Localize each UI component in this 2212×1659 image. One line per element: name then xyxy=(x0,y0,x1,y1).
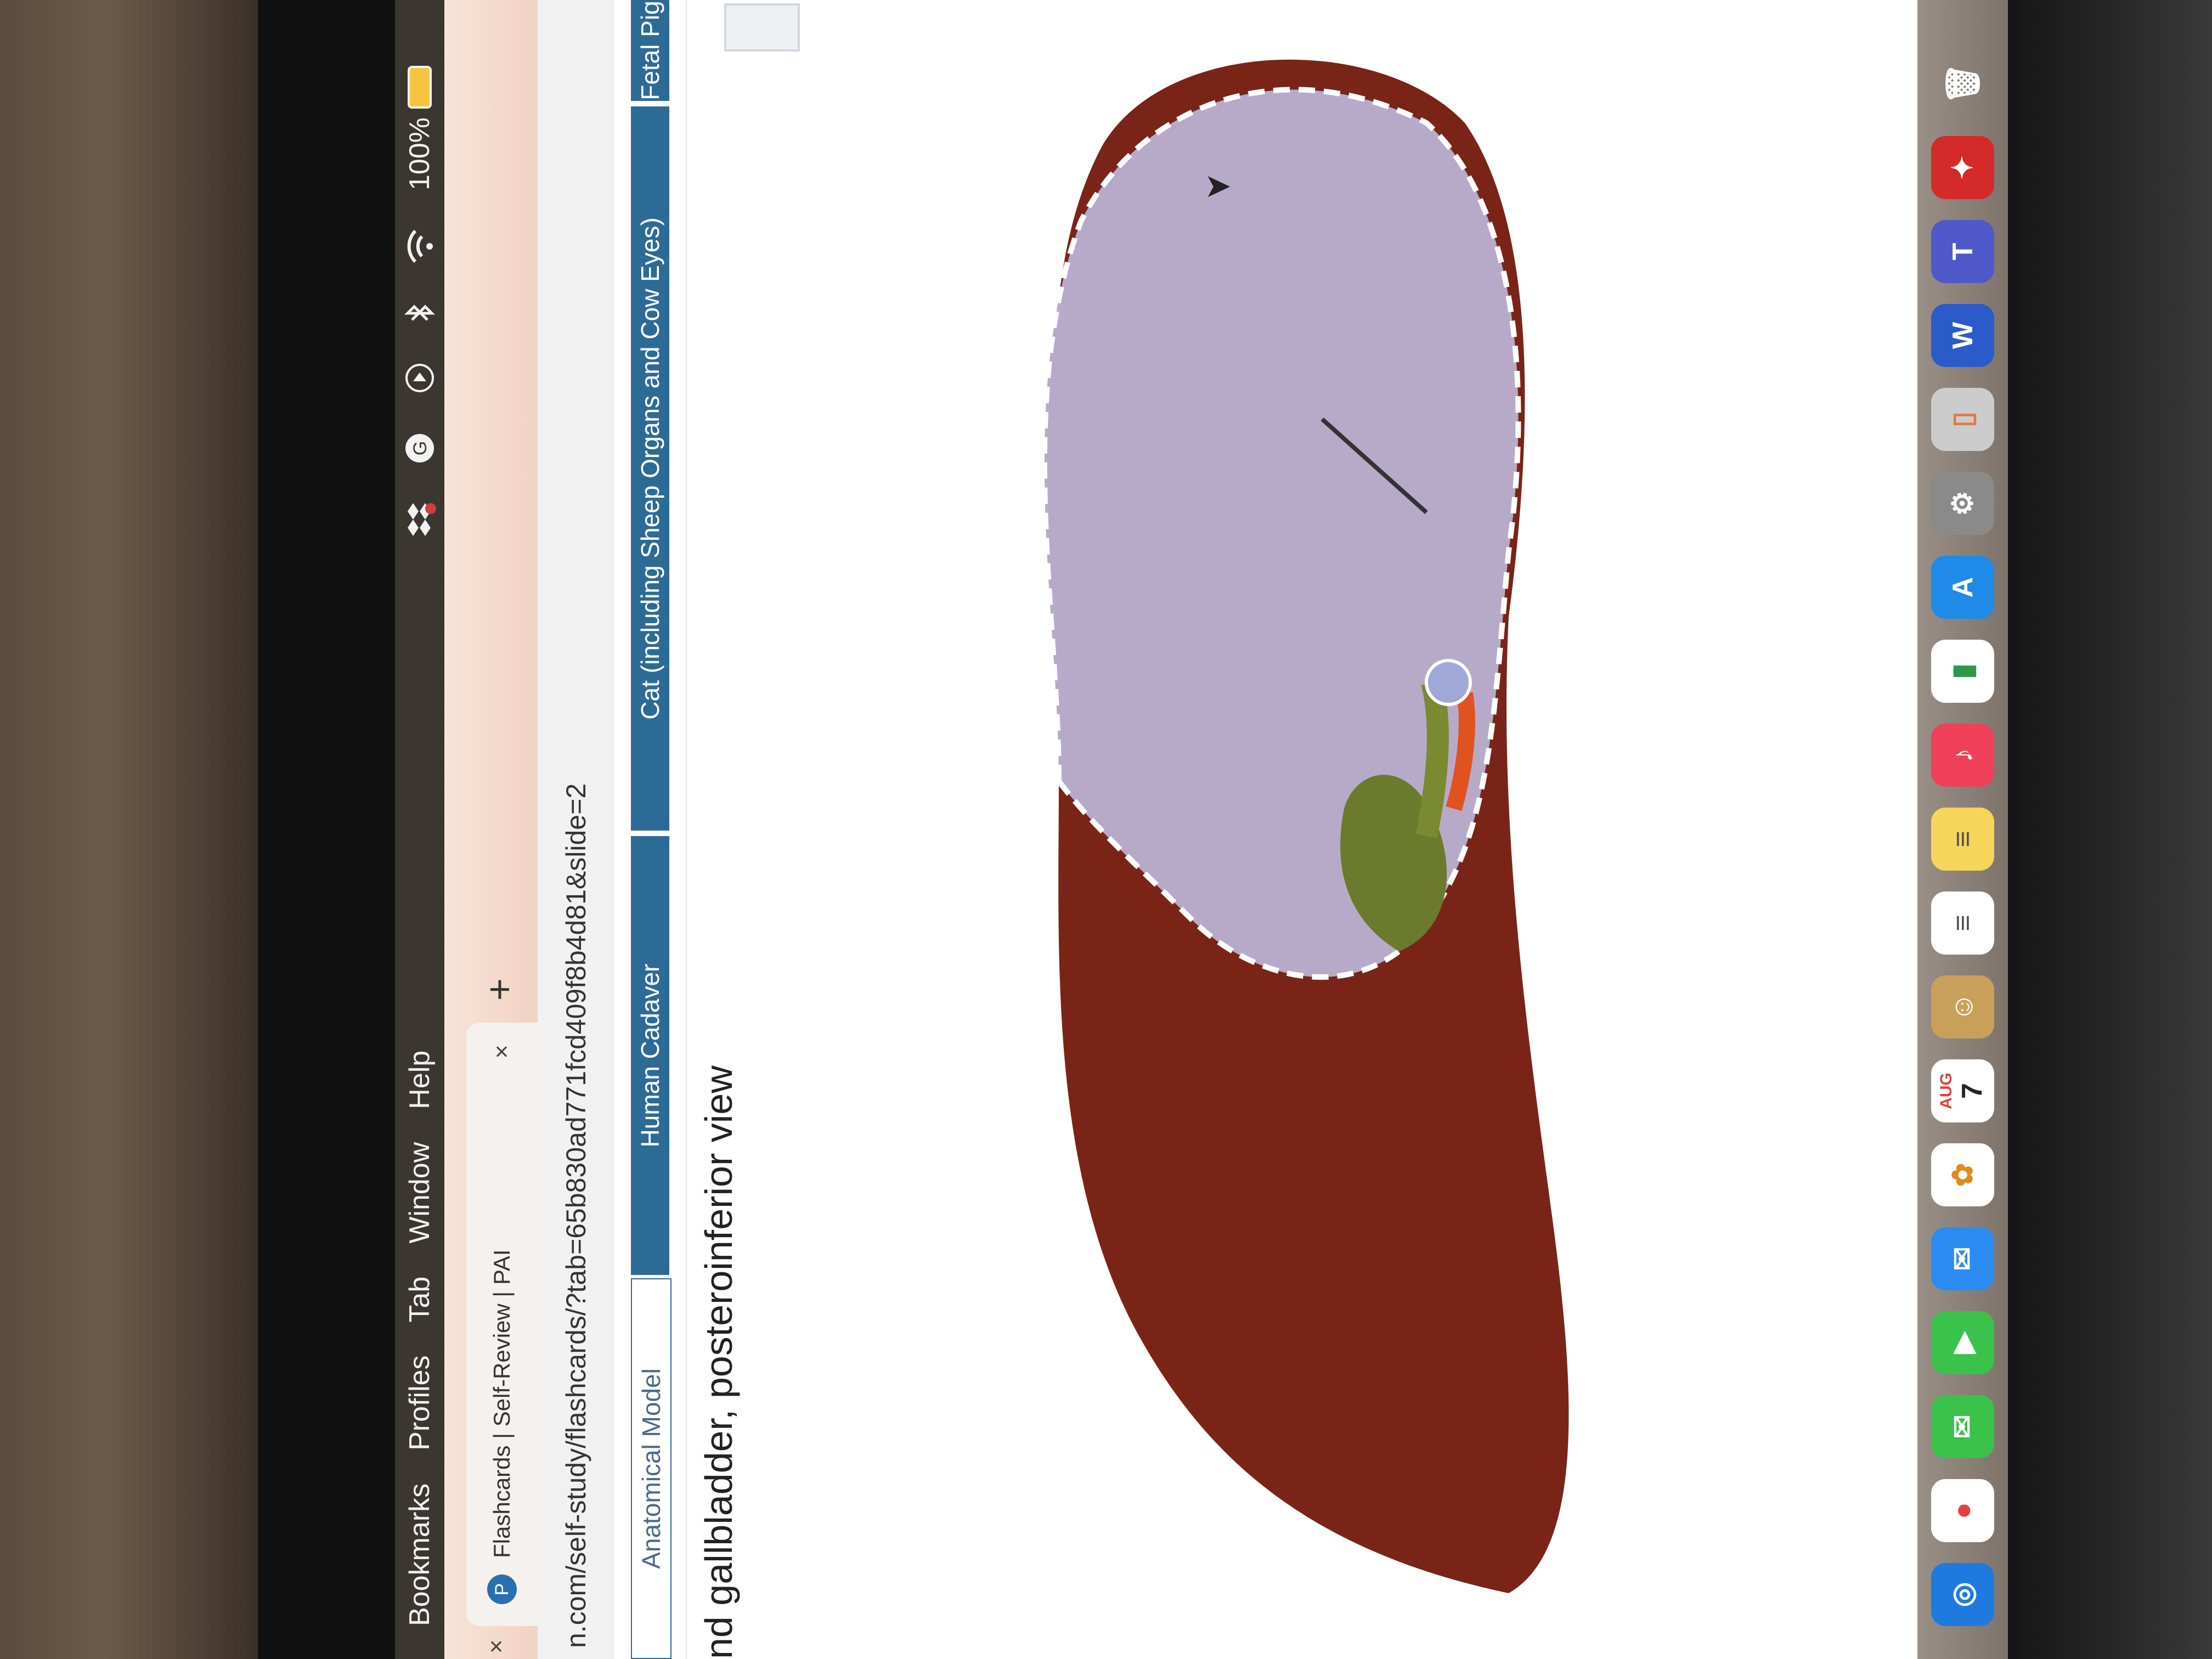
reminders-icon[interactable]: ≡ xyxy=(1931,891,1994,955)
tab-close-icon[interactable]: × xyxy=(488,1045,516,1059)
flashcard-heading: nd gallbladder, posteroinferior view xyxy=(697,1065,740,1659)
tab-label: Cat (including Sheep Organs and Cow Eyes… xyxy=(636,217,664,720)
menu-tab[interactable]: Tab xyxy=(403,1277,436,1323)
status-area: G 100% xyxy=(395,66,444,536)
svg-text:G: G xyxy=(410,441,431,455)
monitor-bezel-top xyxy=(258,0,395,1659)
menu-bookmarks[interactable]: Bookmarks xyxy=(403,1483,436,1626)
music-icon[interactable]: ♪ xyxy=(1931,724,1994,787)
messages-icon[interactable]: ✉ xyxy=(1931,1395,1994,1458)
tab-label: Human Cadaver xyxy=(636,963,664,1148)
tab-cat[interactable]: Cat (including Sheep Organs and Cow Eyes… xyxy=(631,106,669,831)
word-icon[interactable]: W xyxy=(1931,304,1994,367)
laptop-keyboard-edge xyxy=(2008,0,2212,1659)
grammarly-icon[interactable]: G xyxy=(403,432,436,465)
address-bar[interactable]: n.com/self-study/flashcards/?tab=65b830a… xyxy=(538,0,616,1659)
site-favicon-icon: P xyxy=(487,1575,517,1604)
bluetooth-icon[interactable] xyxy=(403,302,436,324)
numbers-icon[interactable]: ▮ xyxy=(1931,640,1994,703)
close-icon[interactable]: × xyxy=(483,1639,510,1654)
menu-help[interactable]: Help xyxy=(403,1051,436,1109)
new-tab-button[interactable]: + xyxy=(477,978,521,1001)
tab-human-cadaver[interactable]: Human Cadaver xyxy=(631,836,669,1275)
mail-icon[interactable]: ✉ xyxy=(1931,1227,1994,1290)
menu-bar: Bookmarks Profiles Tab Window Help G 100… xyxy=(395,0,444,1659)
tab-bar: × P Flashcards | Self-Review | PAI × + xyxy=(444,0,538,1659)
portal-vein xyxy=(1425,659,1472,706)
background-room xyxy=(0,0,258,1659)
dropbox-icon[interactable] xyxy=(403,503,436,536)
battery-percent: 100% xyxy=(404,117,436,190)
liver-gallbladder-image xyxy=(752,0,1849,1659)
tab-anatomical-model[interactable]: Anatomical Model xyxy=(631,1278,672,1659)
facetime-icon[interactable]: ▶ xyxy=(1931,1311,1994,1374)
battery-icon xyxy=(408,66,432,109)
bile-duct xyxy=(1415,680,1449,838)
settings-icon[interactable]: ⚙ xyxy=(1931,472,1994,535)
url-text[interactable]: n.com/self-study/flashcards/?tab=65b830a… xyxy=(560,783,592,1648)
wifi-icon[interactable] xyxy=(404,229,435,264)
tab-label: Fetal Pig xyxy=(636,1,664,100)
tab-fetal-pig[interactable]: Fetal Pig xyxy=(631,0,669,101)
calendar-month: AUG xyxy=(1937,1073,1955,1109)
arrow-cursor-icon: ➤ xyxy=(1204,167,1232,204)
acrobat-icon[interactable]: ✦ xyxy=(1931,136,1994,199)
app-store-icon[interactable]: A xyxy=(1931,556,1994,619)
screen: Bookmarks Profiles Tab Window Help G 100… xyxy=(395,0,2008,1659)
divider xyxy=(686,0,687,1659)
photos-icon[interactable]: ✿ xyxy=(1931,1143,1994,1206)
screen-viewport: Bookmarks Profiles Tab Window Help G 100… xyxy=(395,0,2008,1659)
teams-icon[interactable]: T xyxy=(1931,220,1994,283)
liver-model-illustration xyxy=(1041,59,1569,1593)
contacts-icon[interactable]: ☺ xyxy=(1931,975,1994,1039)
safari-icon[interactable]: ◎ xyxy=(1931,1563,1994,1626)
tab-title: Flashcards | Self-Review | PAI xyxy=(489,1249,515,1558)
calendar-icon[interactable]: AUG 7 xyxy=(1931,1059,1994,1122)
tab-label: Anatomical Model xyxy=(637,1368,665,1569)
menu-profiles[interactable]: Profiles xyxy=(403,1356,436,1451)
menu-window[interactable]: Window xyxy=(403,1142,436,1244)
chrome-icon[interactable]: ● xyxy=(1931,1479,1994,1542)
highlighted-region xyxy=(1041,87,1521,980)
trash-icon[interactable]: 🗑 xyxy=(1931,52,1994,115)
dock: ◎ ● ✉ ▶ ✉ ✿ AUG 7 ☺ ≡ ≡ ♪ ▮ A ⚙ ▯ W T ✦ … xyxy=(1917,0,2008,1659)
iphone-mirroring-icon[interactable]: ▯ xyxy=(1931,388,1994,451)
browser-tab[interactable]: P Flashcards | Self-Review | PAI × xyxy=(466,1023,538,1626)
calendar-day: 7 xyxy=(1956,1083,1988,1099)
play-icon[interactable] xyxy=(404,363,435,393)
notes-icon[interactable]: ≡ xyxy=(1931,808,1994,871)
battery-indicator[interactable]: 100% xyxy=(403,66,436,190)
site-category-tabs: Anatomical Model Human Cadaver Cat (incl… xyxy=(614,0,672,1659)
